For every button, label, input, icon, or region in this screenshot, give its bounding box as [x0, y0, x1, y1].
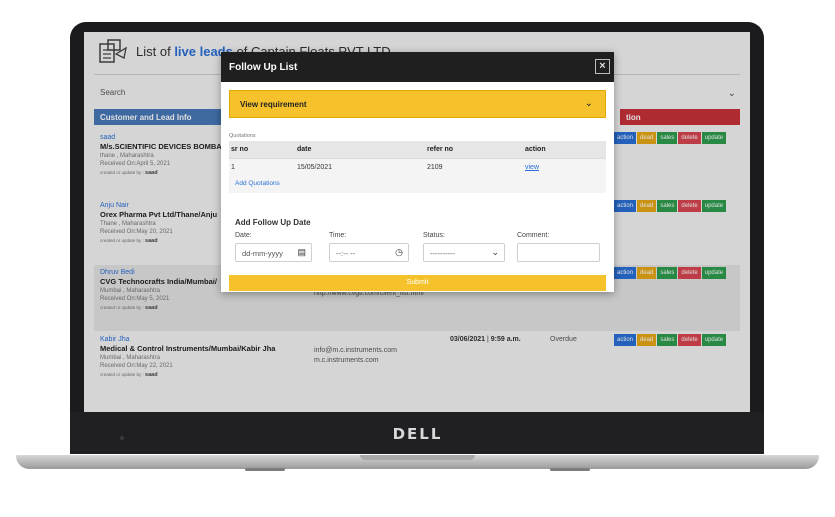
chevron-down-icon: ⌄ [491, 247, 499, 257]
quotations-table: sr no date refer no action 1 15/05/2021 … [229, 141, 606, 175]
cell-refer-no: 2109 [427, 163, 443, 171]
requirement-label: View requirement [240, 100, 307, 109]
follow-up-title: Add Follow Up Date [235, 218, 311, 227]
view-link[interactable]: view [525, 164, 606, 171]
chevron-down-icon: ⌄ [584, 98, 593, 109]
cell-sr-no: 1 [231, 163, 235, 171]
column-header: refer no [427, 146, 454, 153]
time-field[interactable]: --:-- -- ◷ [329, 243, 409, 262]
time-placeholder: --:-- -- [336, 249, 356, 258]
date-field[interactable]: dd-mm-yyyy ▤ [235, 243, 312, 262]
column-header: action [525, 146, 546, 153]
column-header: sr no [231, 146, 249, 153]
date-label: Date: [235, 232, 252, 239]
status-select[interactable]: ---------- ⌄ [423, 243, 505, 262]
comment-field[interactable] [517, 243, 600, 262]
laptop-screen: List of live leads of Captain Floats PVT… [84, 32, 750, 412]
laptop-mockup: List of live leads of Captain Floats PVT… [0, 0, 835, 517]
table-row: 1 15/05/2021 2109 view [229, 158, 606, 175]
calendar-icon[interactable]: ▤ [297, 247, 306, 258]
comment-label: Comment: [517, 232, 550, 239]
status-value: ---------- [430, 249, 455, 258]
modal-title: Follow Up List [229, 62, 298, 73]
modal-header: Follow Up List × [221, 52, 614, 82]
view-requirement-accordion[interactable]: View requirement ⌄ [229, 90, 606, 118]
quotations-label: Quotations [229, 133, 256, 139]
column-header: date [297, 146, 312, 153]
brand-logo: DELL [392, 425, 443, 443]
date-placeholder: dd-mm-yyyy [242, 249, 283, 258]
laptop-foot [550, 468, 590, 471]
follow-up-modal: Follow Up List × View requirement ⌄ Quot… [221, 52, 614, 292]
submit-button[interactable]: Submit [229, 275, 606, 291]
table-header: sr no date refer no action [229, 141, 606, 158]
cell-date: 15/05/2021 [297, 163, 333, 171]
laptop-hinge-notch [360, 455, 475, 460]
time-label: Time: [329, 232, 347, 239]
add-quotations-link[interactable]: Add Quotations [229, 175, 606, 193]
laptop-foot [245, 468, 285, 471]
status-label: Status: [423, 232, 445, 239]
close-button[interactable]: × [595, 59, 610, 74]
clock-icon[interactable]: ◷ [395, 247, 403, 258]
